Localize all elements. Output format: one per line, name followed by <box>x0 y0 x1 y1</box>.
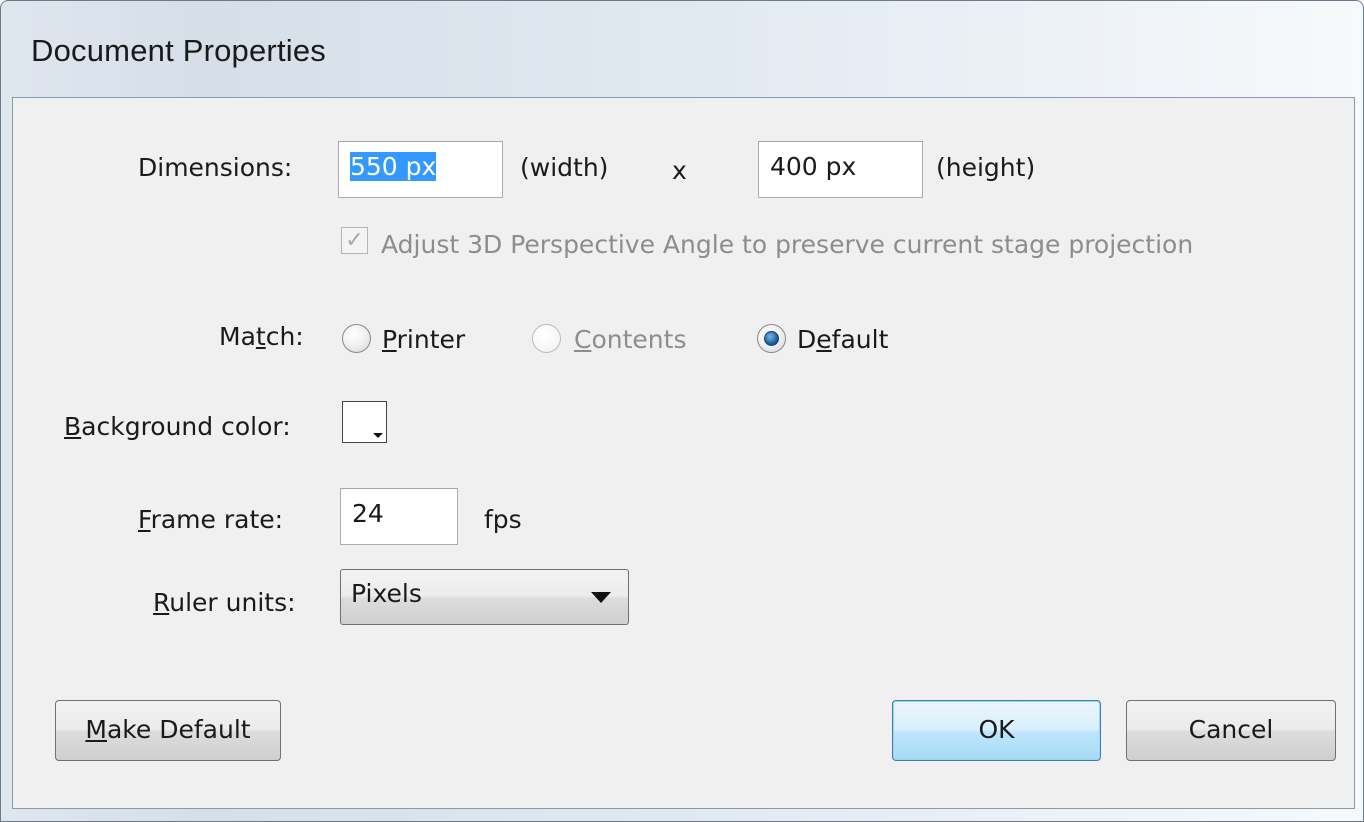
adjust-3d-checkbox[interactable]: ✓ <box>341 227 368 254</box>
frame-rate-label: Frame rate: <box>138 505 284 534</box>
document-properties-dialog: Document Properties Dimensions: 550 px (… <box>0 0 1364 822</box>
ok-button[interactable]: OK <box>892 700 1101 761</box>
checkmark-icon: ✓ <box>345 228 364 253</box>
chevron-down-icon <box>591 592 611 603</box>
match-default-radio[interactable] <box>757 324 786 353</box>
adjust-3d-label: Adjust 3D Perspective Angle to preserve … <box>381 230 1194 259</box>
background-color-swatch[interactable] <box>342 401 387 443</box>
width-input-value: 550 px <box>350 152 437 181</box>
match-contents-label: Contents <box>574 325 687 354</box>
match-printer-label[interactable]: Printer <box>382 325 465 354</box>
width-input[interactable]: 550 px <box>338 141 503 198</box>
radio-selected-dot <box>764 331 779 346</box>
frame-rate-value: 24 <box>352 499 384 528</box>
dialog-client-area: Dimensions: 550 px (width) x 400 px (hei… <box>12 97 1355 809</box>
dropdown-arrow-icon <box>373 433 383 438</box>
make-default-button[interactable]: Make Default <box>55 700 281 761</box>
match-contents-radio[interactable] <box>532 324 561 353</box>
match-printer-rest: rinter <box>396 325 466 354</box>
width-suffix-label: (width) <box>520 153 609 182</box>
ruler-units-value: Pixels <box>351 579 422 608</box>
dimension-separator: x <box>672 156 687 185</box>
background-color-label: Background color: <box>64 412 291 441</box>
cancel-button[interactable]: Cancel <box>1126 700 1336 761</box>
match-label: Match: <box>219 322 304 351</box>
ruler-units-select[interactable]: Pixels <box>340 569 629 625</box>
height-input[interactable]: 400 px <box>758 141 923 198</box>
ruler-units-label: Ruler units: <box>153 588 296 617</box>
height-input-value: 400 px <box>770 152 857 181</box>
dimensions-label: Dimensions: <box>138 153 293 182</box>
frame-rate-unit: fps <box>484 505 522 534</box>
height-suffix-label: (height) <box>936 153 1036 182</box>
frame-rate-input[interactable]: 24 <box>340 488 458 545</box>
match-default-label[interactable]: Default <box>797 325 888 354</box>
match-printer-radio[interactable] <box>342 324 371 353</box>
dialog-title: Document Properties <box>31 33 326 68</box>
